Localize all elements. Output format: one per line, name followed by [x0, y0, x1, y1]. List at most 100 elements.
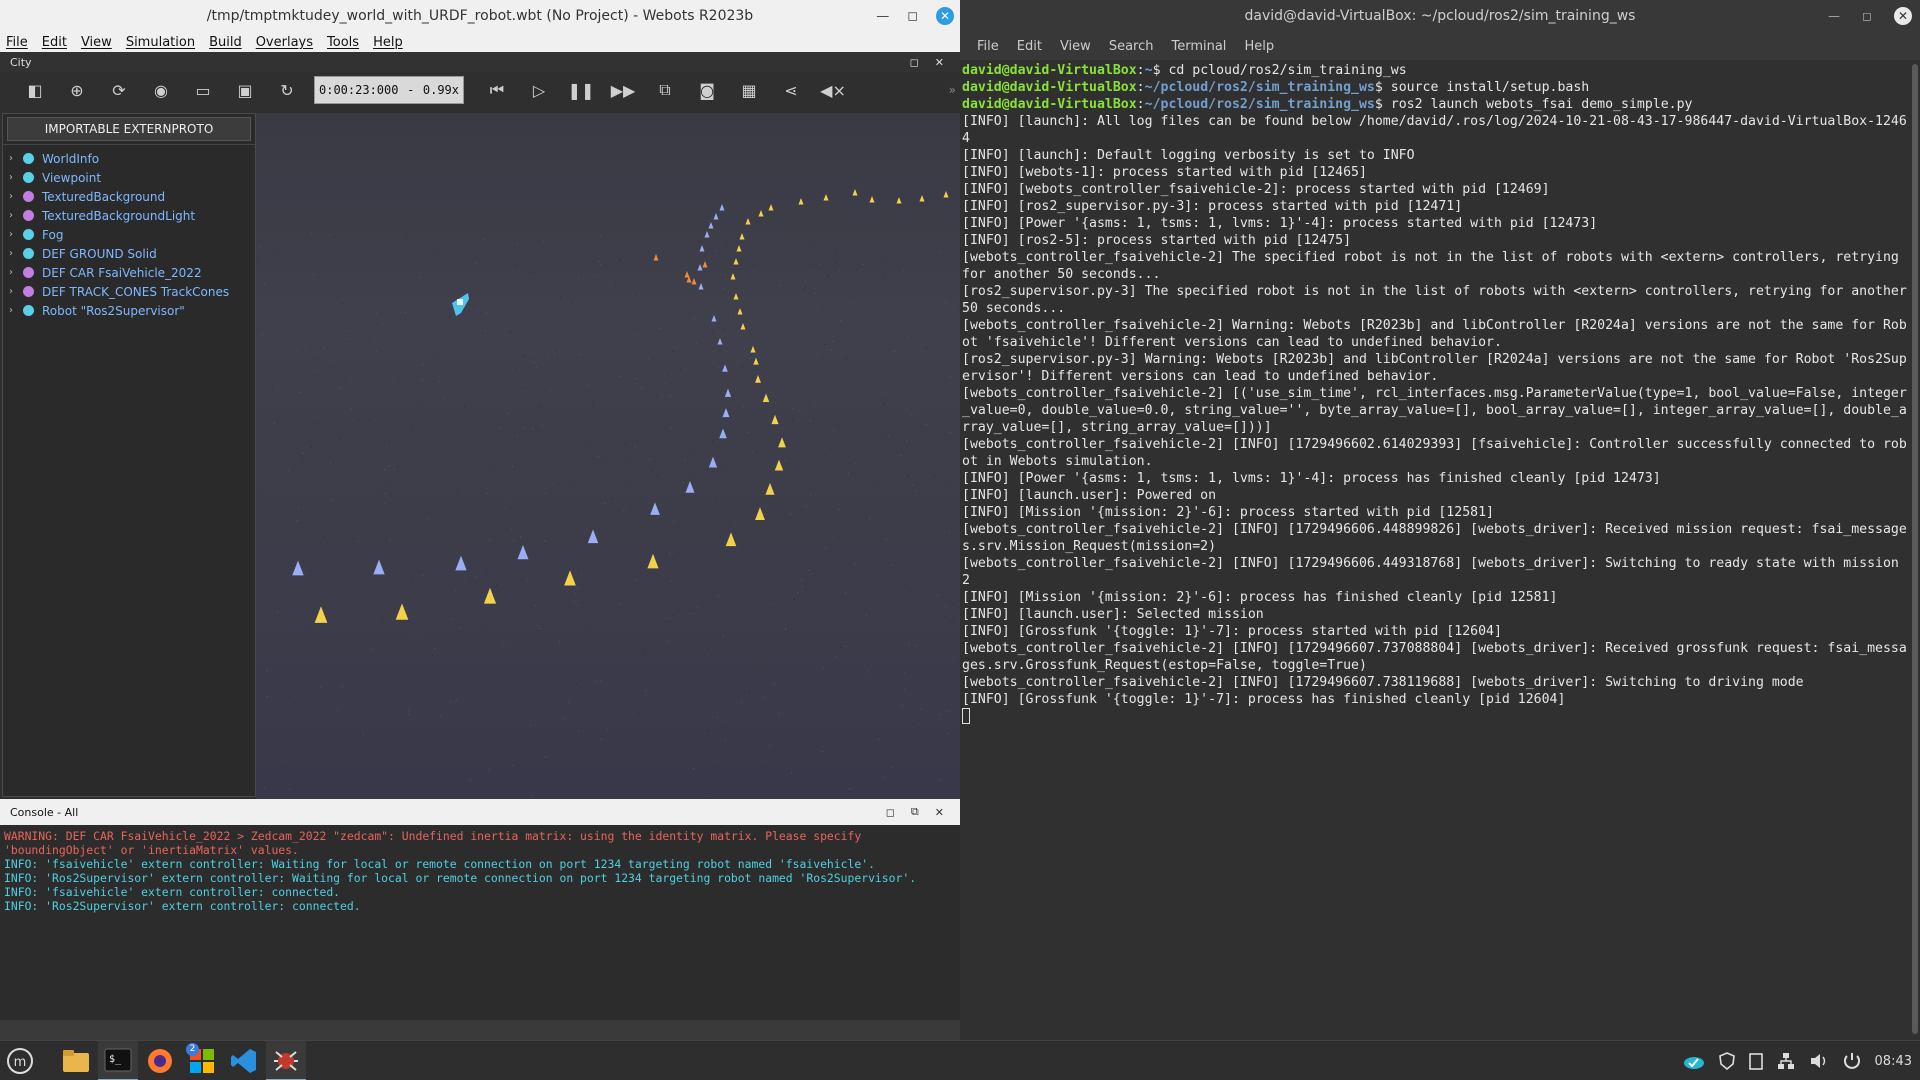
menu-help[interactable]: Help — [373, 35, 403, 50]
terminal-menu-terminal[interactable]: Terminal — [1162, 39, 1235, 54]
ground-speckle — [712, 440, 713, 441]
ground-speckle — [802, 580, 803, 581]
terminal-minimize-icon[interactable]: — — [1828, 9, 1840, 23]
screenshot-icon[interactable]: ◙ — [686, 75, 728, 105]
console-minimize-icon[interactable]: ◻ — [886, 806, 895, 819]
ground-speckle — [477, 310, 478, 311]
volume-icon[interactable] — [1809, 1052, 1829, 1070]
yellow-cone — [759, 210, 764, 217]
chevron-right-icon[interactable]: › — [9, 248, 23, 259]
ground-speckle — [915, 490, 916, 491]
chevron-right-icon[interactable]: › — [9, 172, 23, 183]
scene-tree-item[interactable]: › TexturedBackgroundLight — [3, 206, 255, 225]
ground-speckle — [708, 730, 709, 731]
car-model[interactable] — [452, 293, 469, 316]
chevron-right-icon[interactable]: › — [9, 153, 23, 164]
terminal-app-icon[interactable]: $_ — [98, 1041, 138, 1080]
chevron-right-icon[interactable]: › — [9, 229, 23, 240]
maximize-icon[interactable]: ◻ — [907, 9, 918, 24]
add-node-icon[interactable]: ⊕ — [56, 75, 98, 105]
console-float-icon[interactable]: ⧉ — [911, 805, 919, 819]
scene-tree-item[interactable]: › Viewpoint — [3, 168, 255, 187]
step-icon[interactable]: ▷ — [518, 75, 560, 105]
vscode-icon[interactable] — [224, 1041, 264, 1080]
cloud-sync-icon[interactable] — [1683, 1053, 1705, 1069]
scene-tree-item[interactable]: › DEF CAR FsaiVehicle_2022 — [3, 263, 255, 282]
menu-overlays[interactable]: Overlays — [256, 35, 313, 50]
menu-simulation[interactable]: Simulation — [126, 35, 195, 50]
reset-simulation-icon[interactable]: ⏮ — [476, 75, 518, 105]
ground-speckle — [545, 390, 546, 391]
chevron-right-icon[interactable]: › — [9, 191, 23, 202]
mute-icon[interactable]: ◀× — [812, 75, 854, 105]
eye-icon[interactable]: ◉ — [140, 75, 182, 105]
terminal-scrollbar[interactable] — [1912, 64, 1918, 1034]
terminal-title: david@david-VirtualBox: ~/pcloud/ros2/si… — [1245, 8, 1636, 24]
chevron-right-icon[interactable]: › — [9, 267, 23, 278]
shield-icon[interactable] — [1719, 1052, 1735, 1070]
menu-build[interactable]: Build — [209, 35, 242, 50]
terminal-menu-view[interactable]: View — [1051, 39, 1100, 54]
scene-tree-item[interactable]: › Robot "Ros2Supervisor" — [3, 301, 255, 320]
reload-world-icon[interactable]: ↻ — [266, 75, 308, 105]
webots-app-icon[interactable] — [266, 1041, 306, 1080]
clock[interactable]: 08:43 — [1875, 1054, 1912, 1069]
share-icon[interactable]: ⋖ — [770, 75, 812, 105]
network-icon[interactable] — [1777, 1052, 1795, 1070]
terminal-close-icon[interactable]: ✕ — [1894, 7, 1912, 25]
terminal-cursor-line[interactable] — [962, 708, 1908, 725]
scene-tree-item[interactable]: › DEF TRACK_CONES TrackCones — [3, 282, 255, 301]
yellow-cone — [753, 358, 758, 365]
movie-icon[interactable]: ▦ — [728, 75, 770, 105]
menu-view[interactable]: View — [81, 35, 112, 50]
update-badge: 2 — [186, 1043, 199, 1056]
ground-speckle — [313, 274, 314, 275]
close-icon[interactable]: ✕ — [936, 7, 954, 25]
console-close-icon[interactable]: ✕ — [935, 806, 944, 819]
terminal-menu-help[interactable]: Help — [1235, 39, 1283, 54]
reload-proto-icon[interactable]: ⟳ — [98, 75, 140, 105]
scene-tree-item[interactable]: › Fog — [3, 225, 255, 244]
chevron-right-icon[interactable]: › — [9, 305, 23, 316]
firefox-icon[interactable] — [140, 1041, 180, 1080]
mint-menu-icon[interactable]: m — [0, 1041, 40, 1080]
terminal-maximize-icon[interactable]: ◻ — [1862, 9, 1872, 23]
close-pane-icon[interactable]: ✕ — [935, 56, 944, 69]
ground-speckle — [557, 722, 558, 723]
blue-cone — [718, 338, 723, 345]
pause-icon[interactable]: ❚❚ — [560, 75, 602, 105]
float-pane-icon[interactable]: ◻ — [910, 56, 919, 69]
ground-speckle — [514, 333, 515, 334]
minimize-icon[interactable]: — — [876, 9, 889, 24]
toolbar-overflow-icon[interactable]: » — [949, 72, 956, 108]
files-icon[interactable] — [56, 1041, 96, 1080]
ground-speckle — [743, 366, 744, 367]
scene-tree-item[interactable]: › TexturedBackground — [3, 187, 255, 206]
importable-externproto-button[interactable]: IMPORTABLE EXTERNPROTO — [7, 117, 251, 141]
fast-forward-icon[interactable]: ▶▶ — [602, 75, 644, 105]
software-manager-icon[interactable]: 2 — [182, 1041, 222, 1080]
save-icon[interactable]: ▣ — [224, 75, 266, 105]
ground-speckle — [884, 275, 885, 276]
scene-tree-item[interactable]: › DEF GROUND Solid — [3, 244, 255, 263]
power-icon[interactable] — [1843, 1052, 1861, 1070]
chevron-right-icon[interactable]: › — [9, 210, 23, 221]
menu-file[interactable]: File — [6, 35, 28, 50]
clipboard-icon[interactable] — [1749, 1052, 1763, 1070]
yellow-cone — [824, 194, 829, 201]
scene-tree-item[interactable]: › WorldInfo — [3, 149, 255, 168]
terminal-menu-edit[interactable]: Edit — [1008, 39, 1051, 54]
ground-speckle — [580, 354, 581, 355]
menu-tools[interactable]: Tools — [327, 35, 359, 50]
open-folder-icon[interactable]: ▭ — [182, 75, 224, 105]
menu-edit[interactable]: Edit — [42, 35, 67, 50]
ground-speckle — [706, 730, 707, 731]
chevron-right-icon[interactable]: › — [9, 286, 23, 297]
terminal-menu-file[interactable]: File — [968, 39, 1008, 54]
rendering-toggle-icon[interactable]: ⧉ — [644, 75, 686, 105]
3d-viewport[interactable] — [256, 113, 960, 799]
toggle-scene-tree-icon[interactable]: ◧ — [14, 75, 56, 105]
ground-speckle — [457, 269, 458, 270]
terminal-menu-search[interactable]: Search — [1100, 39, 1163, 54]
terminal-output[interactable]: david@david-VirtualBox:~$ cd pcloud/ros2… — [960, 62, 1908, 1040]
